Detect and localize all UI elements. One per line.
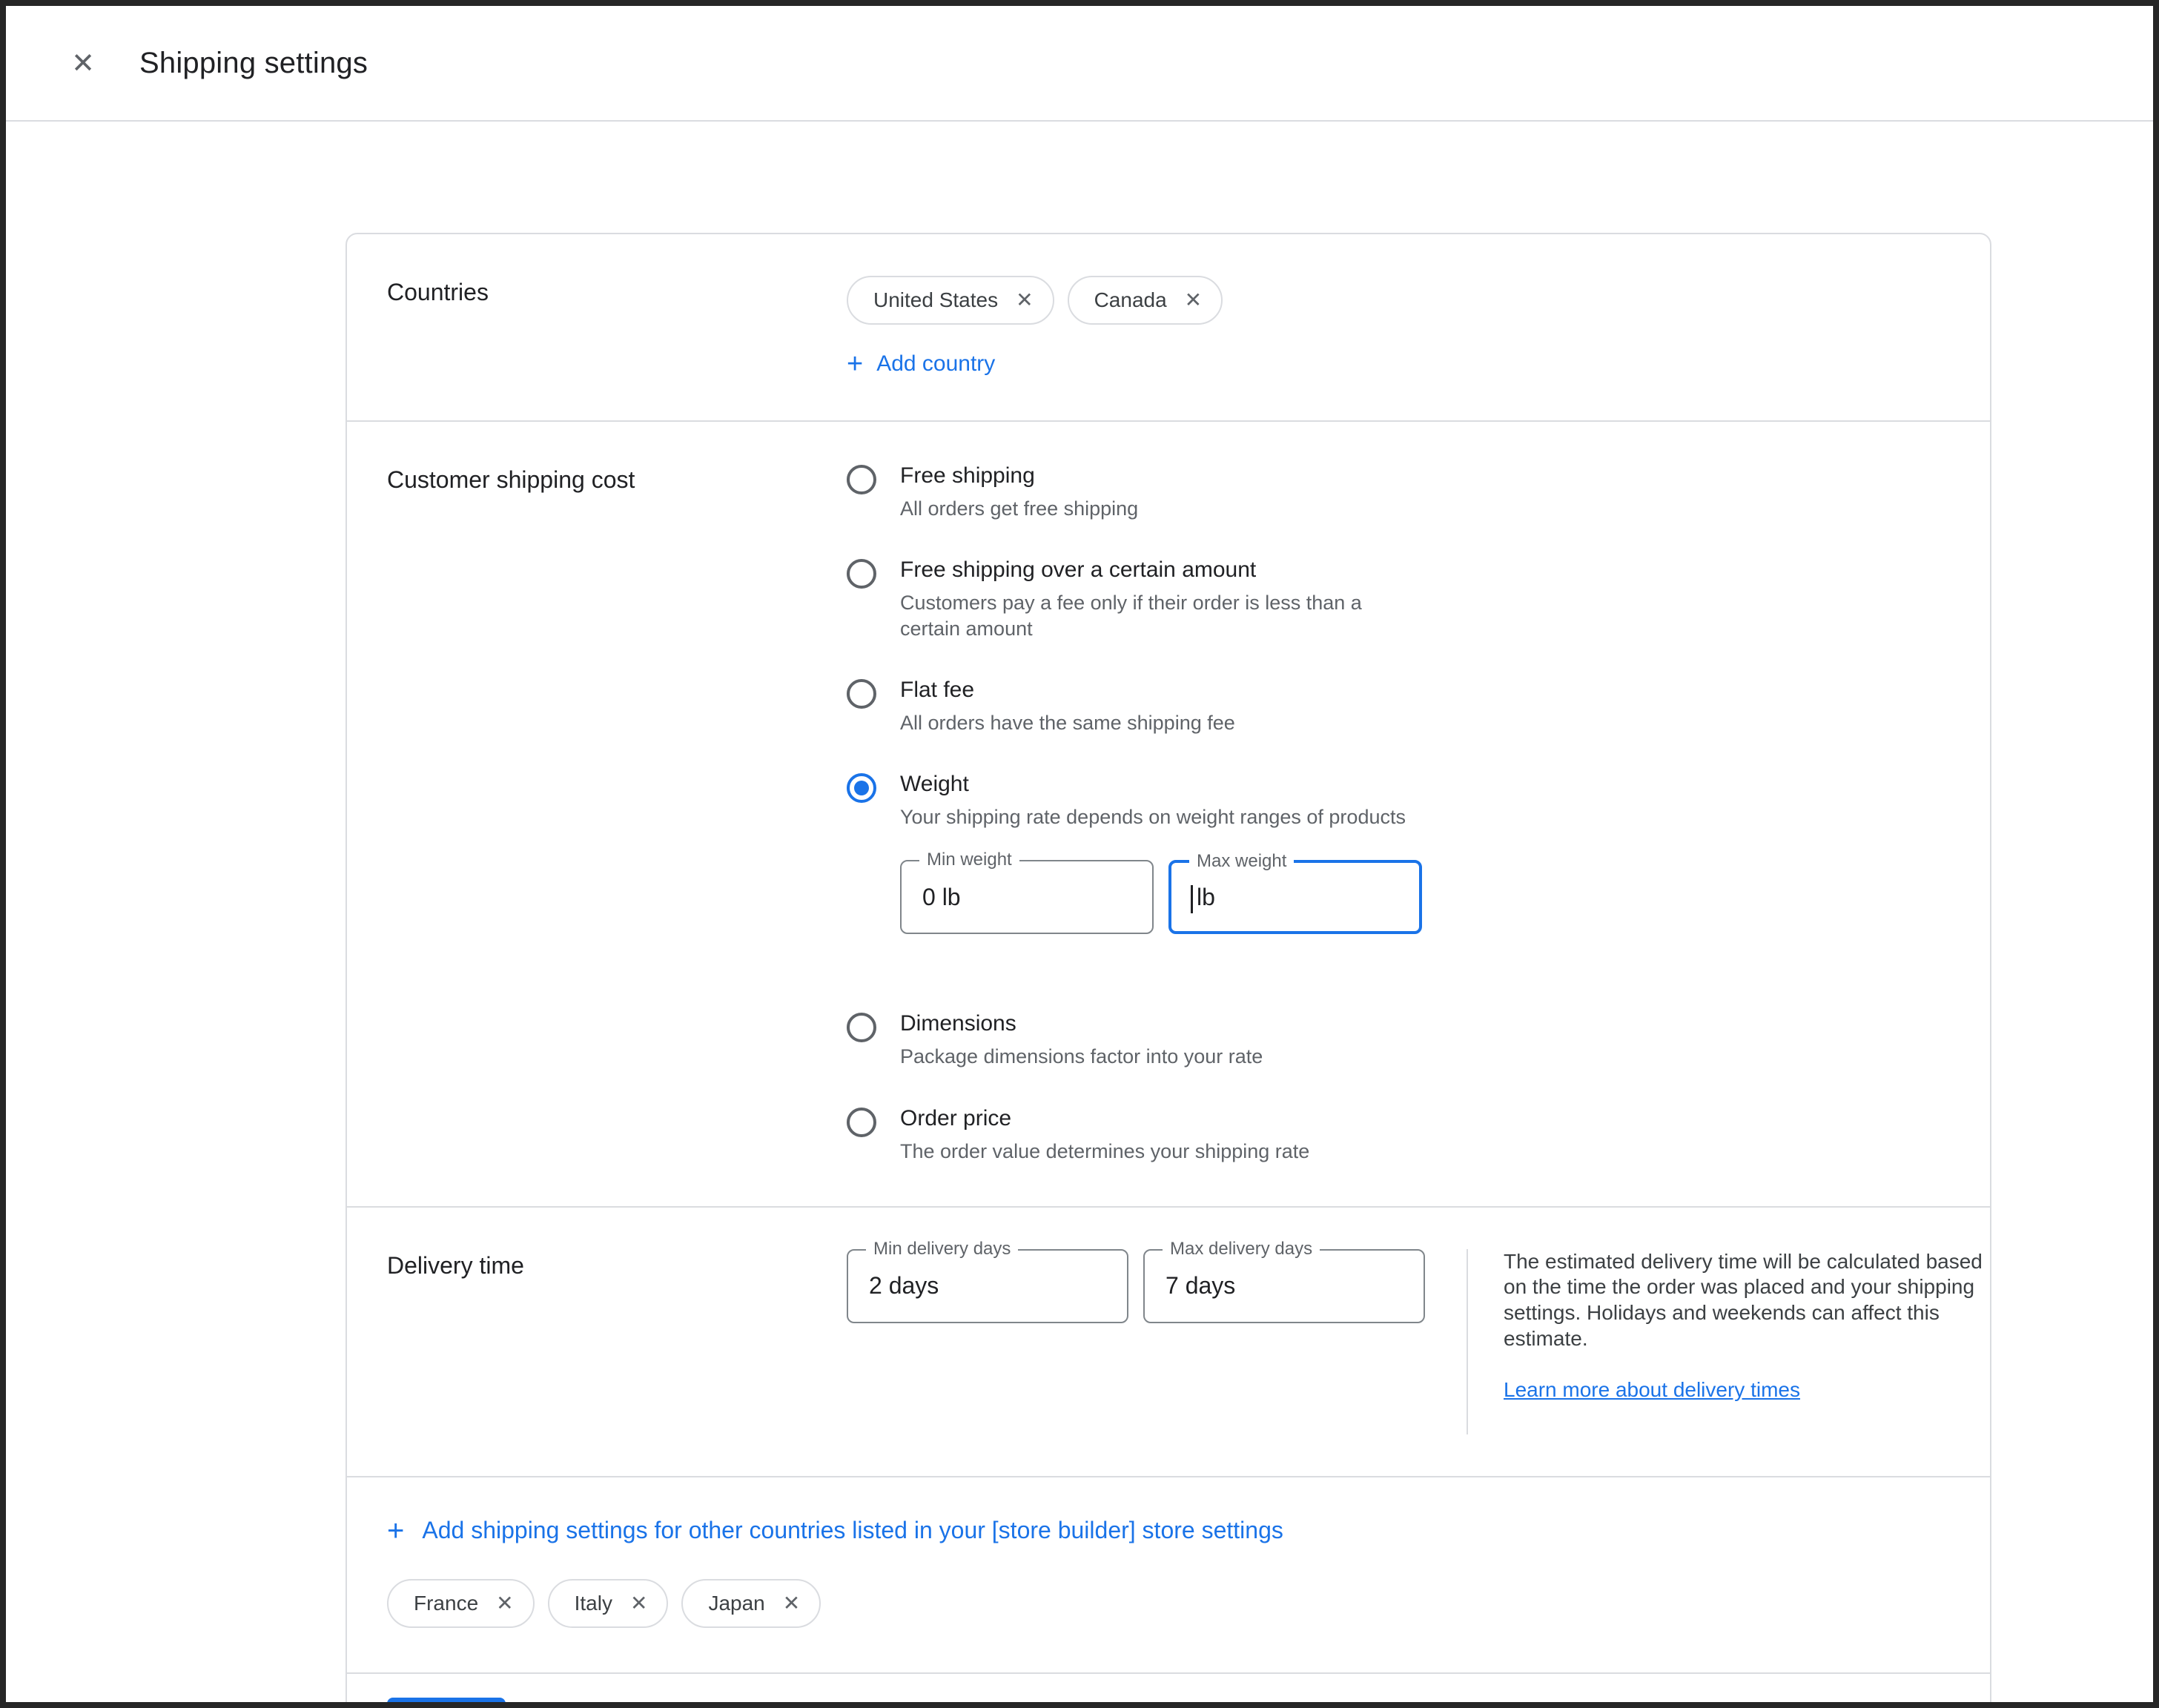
close-icon[interactable]: ✕ xyxy=(59,39,107,87)
option-title: Flat fee xyxy=(900,678,1235,703)
radio-dimensions[interactable] xyxy=(847,1013,876,1042)
country-chip-japan[interactable]: Japan ✕ xyxy=(681,1579,821,1628)
option-title: Dimensions xyxy=(900,1011,1263,1036)
countries-section: Countries United States ✕ Canada ✕ + xyxy=(347,234,1990,420)
save-button[interactable]: Save xyxy=(387,1698,506,1708)
option-dimensions: Dimensions Package dimensions factor int… xyxy=(847,1011,1950,1070)
add-shipping-settings-button[interactable]: + Add shipping settings for other countr… xyxy=(387,1516,1283,1546)
radio-flat-fee[interactable] xyxy=(847,679,876,709)
min-weight-label: Min weight xyxy=(919,850,1019,870)
page-title: Shipping settings xyxy=(139,47,368,80)
option-title: Free shipping over a certain amount xyxy=(900,557,1422,583)
max-delivery-days-label: Max delivery days xyxy=(1163,1239,1320,1260)
remove-country-icon[interactable]: ✕ xyxy=(496,1593,513,1614)
chip-label: France xyxy=(414,1592,478,1615)
radio-order-price[interactable] xyxy=(847,1108,876,1137)
countries-chip-row: United States ✕ Canada ✕ xyxy=(847,276,1950,325)
remove-country-icon[interactable]: ✕ xyxy=(630,1593,647,1614)
option-free-over-amount: Free shipping over a certain amount Cust… xyxy=(847,557,1950,642)
min-weight-input[interactable] xyxy=(902,861,1152,933)
radio-weight[interactable] xyxy=(847,773,876,803)
max-delivery-days-field[interactable]: Max delivery days xyxy=(1143,1249,1425,1323)
option-order-price: Order price The order value determines y… xyxy=(847,1106,1950,1165)
add-country-label: Add country xyxy=(876,351,995,377)
other-countries-chip-row: France ✕ Italy ✕ Japan ✕ xyxy=(387,1579,1950,1628)
settings-card: Countries United States ✕ Canada ✕ + xyxy=(345,233,1991,1708)
plus-icon: + xyxy=(387,1516,404,1546)
vertical-divider xyxy=(1467,1249,1468,1434)
country-chip-united-states[interactable]: United States ✕ xyxy=(847,276,1054,325)
option-description: Customers pay a fee only if their order … xyxy=(900,590,1422,642)
option-description: Your shipping rate depends on weight ran… xyxy=(900,804,1422,830)
learn-more-link[interactable]: Learn more about delivery times xyxy=(1504,1377,1800,1403)
content: Countries United States ✕ Canada ✕ + xyxy=(6,122,2153,1708)
min-delivery-days-input[interactable] xyxy=(848,1251,1127,1322)
chip-label: United States xyxy=(873,288,998,312)
min-weight-field[interactable]: Min weight xyxy=(900,860,1154,934)
delivery-time-label: Delivery time xyxy=(387,1249,847,1434)
remove-country-icon[interactable]: ✕ xyxy=(1016,290,1033,311)
max-weight-label: Max weight xyxy=(1189,851,1294,872)
max-weight-field[interactable]: Max weight xyxy=(1168,860,1422,934)
delivery-fields: Min delivery days Max delivery days xyxy=(847,1249,1425,1434)
text-caret xyxy=(1191,885,1193,913)
option-description: The order value determines your shipping… xyxy=(900,1139,1309,1165)
delivery-info-text: The estimated delivery time will be calc… xyxy=(1504,1250,1983,1350)
shipping-settings-dialog: ✕ Shipping settings Countries United Sta… xyxy=(0,0,2159,1708)
country-chip-france[interactable]: France ✕ xyxy=(387,1579,535,1628)
delivery-time-section: Delivery time Min delivery days Max deli… xyxy=(347,1206,1990,1476)
option-description: All orders have the same shipping fee xyxy=(900,710,1235,736)
option-description: Package dimensions factor into your rate xyxy=(900,1044,1263,1070)
max-weight-input[interactable] xyxy=(1171,863,1419,931)
option-weight: Weight Your shipping rate depends on wei… xyxy=(847,772,1950,976)
option-title: Order price xyxy=(900,1106,1309,1131)
add-country-button[interactable]: + Add country xyxy=(847,350,995,378)
min-delivery-days-field[interactable]: Min delivery days xyxy=(847,1249,1128,1323)
other-countries-section: + Add shipping settings for other countr… xyxy=(347,1476,1990,1672)
option-description: All orders get free shipping xyxy=(900,496,1138,522)
add-shipping-settings-label: Add shipping settings for other countrie… xyxy=(422,1517,1283,1544)
option-free-shipping: Free shipping All orders get free shippi… xyxy=(847,463,1950,522)
remove-country-icon[interactable]: ✕ xyxy=(783,1593,800,1614)
option-title: Weight xyxy=(900,772,1422,797)
option-flat-fee: Flat fee All orders have the same shippi… xyxy=(847,678,1950,736)
radio-free-over-amount[interactable] xyxy=(847,559,876,589)
plus-icon: + xyxy=(847,350,863,378)
country-chip-canada[interactable]: Canada ✕ xyxy=(1068,276,1223,325)
radio-free-shipping[interactable] xyxy=(847,465,876,494)
footer: Save Back xyxy=(347,1672,1990,1708)
shipping-cost-label: Customer shipping cost xyxy=(387,463,847,1165)
delivery-info: The estimated delivery time will be calc… xyxy=(1504,1249,1996,1434)
country-chip-italy[interactable]: Italy ✕ xyxy=(548,1579,669,1628)
topbar: ✕ Shipping settings xyxy=(6,6,2153,122)
chip-label: Japan xyxy=(708,1592,764,1615)
countries-label: Countries xyxy=(387,276,847,379)
chip-label: Canada xyxy=(1094,288,1167,312)
max-delivery-days-input[interactable] xyxy=(1145,1251,1424,1322)
min-delivery-days-label: Min delivery days xyxy=(866,1239,1018,1260)
weight-fields: Min weight Max weight xyxy=(900,860,1422,934)
chip-label: Italy xyxy=(575,1592,612,1615)
option-title: Free shipping xyxy=(900,463,1138,489)
remove-country-icon[interactable]: ✕ xyxy=(1185,290,1202,311)
shipping-cost-section: Customer shipping cost Free shipping All… xyxy=(347,420,1990,1206)
